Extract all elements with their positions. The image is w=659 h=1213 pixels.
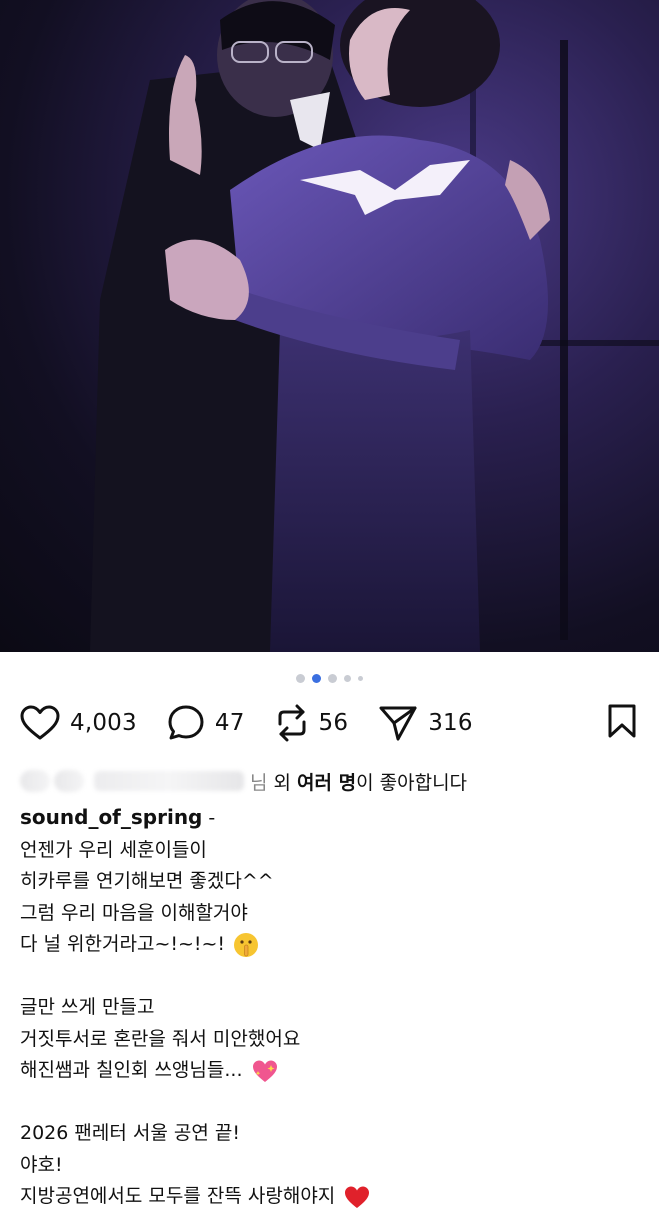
carousel-indicator — [0, 672, 659, 684]
repost-count: 56 — [318, 710, 349, 736]
like-count: 4,003 — [70, 710, 137, 736]
caption-header: sound_of_spring - — [20, 802, 639, 835]
caption-line-with-emoji: 지방공연에서도 모두를 잔뜩 사랑해야지 — [20, 1181, 639, 1213]
bookmark-icon — [608, 704, 636, 738]
red-heart-icon — [345, 1186, 370, 1208]
caption-line: 언젠가 우리 세훈이들이 — [20, 838, 207, 861]
heart-outline-icon — [20, 705, 60, 740]
liker-name-redacted — [94, 771, 244, 791]
caption-line: 2026 팬레터 서울 공연 끝! — [20, 1122, 240, 1144]
send-paper-plane-icon — [379, 706, 417, 741]
post-caption: sound_of_spring - 언젠가 우리 세훈이들이 히카루를 연기해보… — [20, 802, 639, 1213]
caption-line: 그럼 우리 마음을 이해할거야 — [20, 901, 248, 924]
author-username[interactable]: sound_of_spring — [20, 805, 202, 829]
caption-line-with-emoji: 해진쌤과 칠인회 쓰앵님들... — [20, 1055, 639, 1087]
caption-text: 지방공연에서도 모두를 잔뜩 사랑해야지 — [20, 1185, 336, 1207]
caption-line: 야호! — [20, 1153, 63, 1176]
liked-by-prefix: 님 — [250, 771, 268, 794]
caption-text: 해진쌤과 칠인회 쓰앵님들... — [20, 1059, 243, 1081]
carousel-dot-active — [312, 673, 321, 683]
repost-icon — [278, 704, 306, 742]
liker-avatars — [20, 770, 88, 792]
action-bar: 4,003 47 56 316 — [20, 700, 637, 746]
carousel-dot — [358, 675, 363, 681]
caption-text: 다 널 위한거라고~!~!~! — [20, 933, 226, 955]
sparkling-heart-icon — [252, 1060, 277, 1082]
shushing-face-icon — [234, 932, 259, 957]
caption-line: 거짓투서로 혼란을 줘서 미안했어요 — [20, 1027, 301, 1050]
caption-line: 글만 쓰게 만들고 — [20, 996, 155, 1018]
liked-by-summary[interactable]: 님 외 여러 명 이 좋아합니다 — [20, 764, 467, 798]
share-button[interactable]: 316 — [378, 704, 473, 742]
carousel-dot — [328, 673, 337, 683]
carousel-dot — [296, 673, 305, 683]
comment-bubble-icon — [168, 705, 204, 740]
liked-by-suffix: 이 좋아합니다 — [356, 771, 468, 794]
stage-photo-illustration — [90, 0, 659, 652]
caption-line: 히카루를 연기해보면 좋겠다^^ — [20, 870, 274, 892]
comment-button[interactable]: 47 — [167, 704, 245, 742]
post-image[interactable] — [0, 0, 659, 652]
save-button[interactable] — [607, 703, 637, 743]
liked-by-others[interactable]: 여러 명 — [297, 768, 356, 795]
share-count: 316 — [428, 710, 473, 736]
comment-count: 47 — [214, 710, 245, 736]
repost-button[interactable]: 56 — [275, 704, 349, 742]
caption-line-with-emoji: 다 널 위한거라고~!~!~! — [20, 929, 639, 961]
liked-by-middle: 외 — [267, 771, 298, 794]
caption-separator: - — [202, 807, 216, 829]
carousel-dot — [344, 674, 351, 682]
like-button[interactable]: 4,003 — [20, 705, 137, 741]
